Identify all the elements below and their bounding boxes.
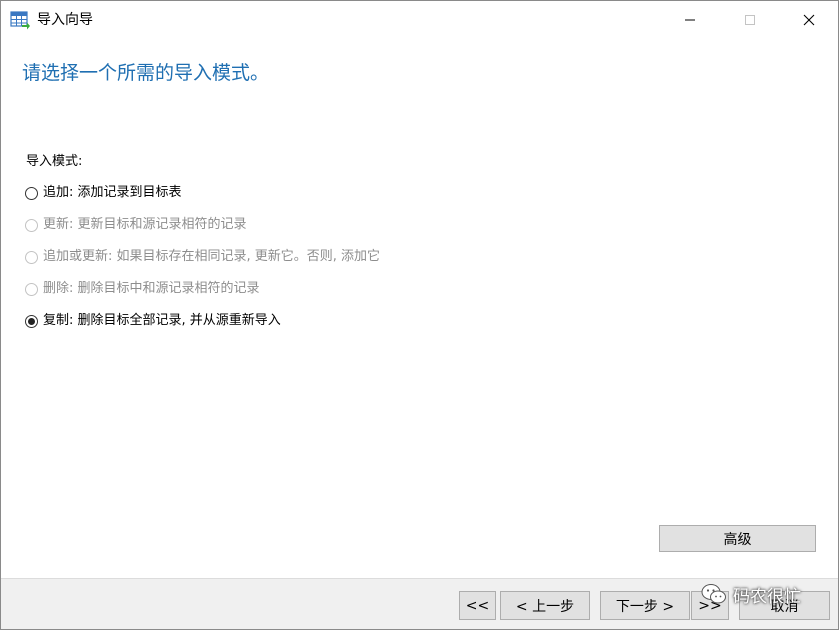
radio-label: 追加或更新: 如果目标存在相同记录, 更新它。否则, 添加它 (43, 249, 381, 264)
window-title: 导入向导 (37, 12, 93, 28)
next-button[interactable]: 下一步 > (600, 591, 690, 620)
radio-button-selected[interactable] (25, 314, 38, 328)
maximize-button (721, 1, 779, 39)
radio-copy[interactable]: 复制: 删除目标全部记录, 并从源重新导入 (25, 311, 281, 331)
import-wizard-window: 导入向导 请选择一个所需的导入模式。 导入模式: 追加: 添加记录到目标表 更新… (0, 0, 839, 630)
radio-append[interactable]: 追加: 添加记录到目标表 (25, 183, 182, 203)
wizard-footer: << < 上一步 下一步 > >> 取消 (1, 578, 838, 629)
title-bar: 导入向导 (1, 1, 838, 39)
close-button[interactable] (780, 1, 838, 39)
minimize-button[interactable] (661, 1, 719, 39)
radio-label: 复制: 删除目标全部记录, 并从源重新导入 (43, 313, 281, 328)
maximize-icon (745, 15, 755, 25)
radio-button (25, 218, 38, 232)
mode-group-label: 导入模式: (26, 154, 83, 169)
radio-delete: 删除: 删除目标中和源记录相符的记录 (25, 279, 260, 299)
advanced-button[interactable]: 高级 (659, 525, 816, 552)
last-page-button[interactable]: >> (691, 591, 729, 620)
radio-label: 更新: 更新目标和源记录相符的记录 (43, 217, 247, 232)
previous-button[interactable]: < 上一步 (500, 591, 590, 620)
first-page-button[interactable]: << (459, 591, 496, 620)
page-heading: 请选择一个所需的导入模式。 (22, 62, 270, 84)
radio-button (25, 250, 38, 264)
radio-label: 追加: 添加记录到目标表 (43, 185, 182, 200)
minimize-icon (685, 19, 695, 21)
radio-button (25, 282, 38, 296)
table-import-icon (10, 11, 30, 30)
close-icon (803, 14, 815, 26)
radio-button[interactable] (25, 186, 38, 200)
radio-append-or-update: 追加或更新: 如果目标存在相同记录, 更新它。否则, 添加它 (25, 247, 380, 267)
radio-update: 更新: 更新目标和源记录相符的记录 (25, 215, 247, 235)
radio-label: 删除: 删除目标中和源记录相符的记录 (43, 281, 260, 296)
cancel-button[interactable]: 取消 (739, 591, 830, 620)
